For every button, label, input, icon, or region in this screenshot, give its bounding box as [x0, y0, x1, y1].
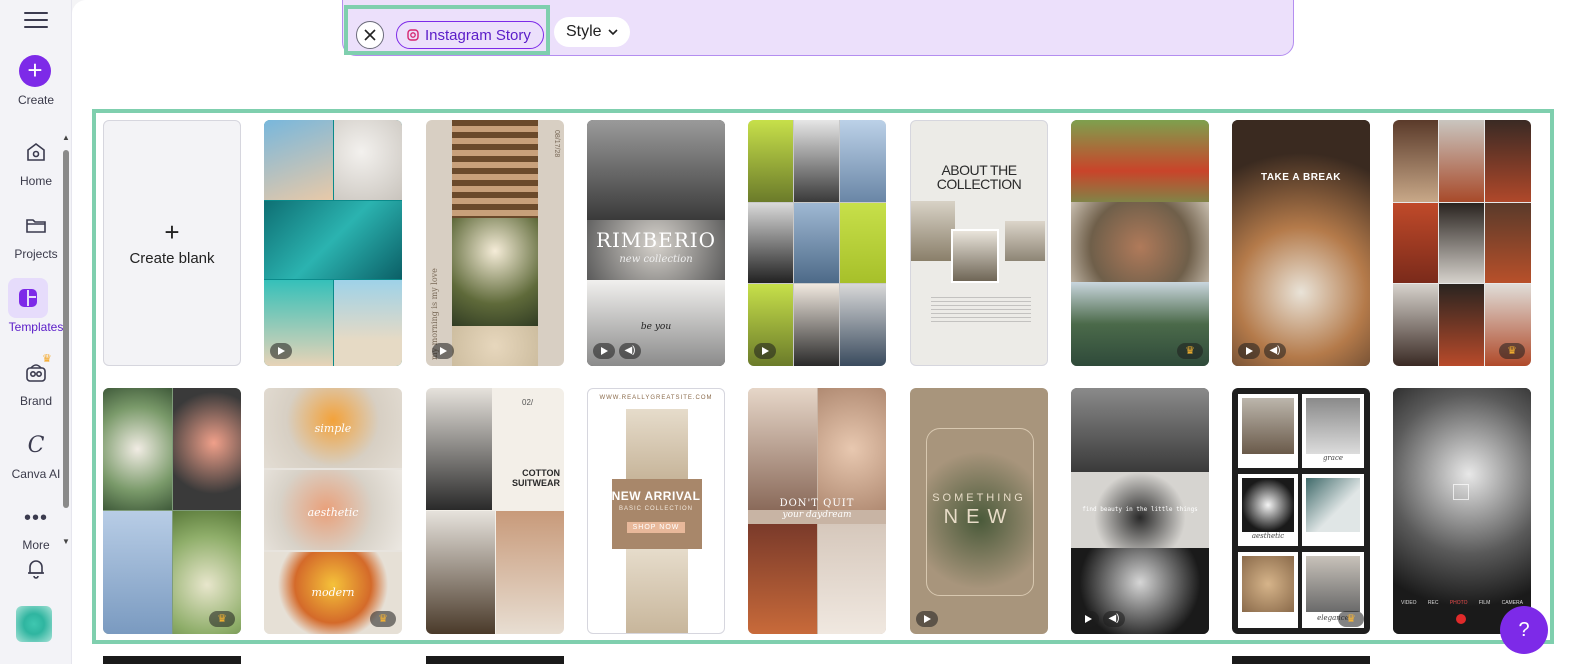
template-card[interactable]: ♛: [1393, 120, 1531, 366]
close-icon: [364, 29, 376, 41]
template-card-peek: [426, 656, 564, 664]
home-icon[interactable]: [16, 132, 56, 172]
card-url: WWW.REALLYGREATSITE.COM: [599, 395, 713, 401]
premium-crown-icon: ♛: [370, 611, 396, 627]
shop-now-button: SHOP NOW: [588, 516, 724, 534]
card-word: modern: [311, 586, 355, 599]
template-card[interactable]: grace aesthetic elegance ♛: [1232, 388, 1370, 634]
template-card[interactable]: RIMBERIO new collection be you ◀): [587, 120, 725, 366]
premium-crown-icon: ♛: [1499, 343, 1525, 359]
premium-crown-icon: ♛: [1177, 343, 1203, 359]
template-card[interactable]: DON'T QUIT your daydream: [748, 388, 886, 634]
notifications-bell-icon[interactable]: [24, 556, 48, 580]
main-content: Instagram Story Style + Create blank my …: [72, 0, 1582, 664]
template-card-peek: [103, 656, 241, 664]
card-caption: be you: [640, 322, 672, 332]
card-title: DON'T QUIT: [779, 498, 855, 509]
video-play-icon: [270, 343, 292, 359]
card-subtitle: NEW: [943, 506, 1015, 528]
template-card[interactable]: SOMETHING NEW: [910, 388, 1048, 634]
video-play-icon: [593, 343, 615, 359]
template-card[interactable]: TAKE A BREAK ◀): [1232, 120, 1370, 366]
template-card[interactable]: ♛: [103, 388, 241, 634]
style-dropdown-label: Style: [566, 23, 602, 40]
premium-crown-icon: ♛: [209, 611, 235, 627]
more-icon[interactable]: •••: [16, 498, 56, 538]
avatar[interactable]: [16, 606, 52, 642]
video-play-icon: [1238, 343, 1260, 359]
video-play-icon: [1077, 611, 1099, 627]
volume-icon: ◀): [619, 343, 641, 359]
camera-focus-icon: [1453, 484, 1469, 500]
create-blank-card[interactable]: + Create blank: [103, 120, 241, 366]
folder-icon[interactable]: [16, 205, 56, 245]
camera-mode-bar: VIDEO REC PHOTO FILM CAMERA: [1401, 600, 1523, 606]
card-word: grace: [1322, 454, 1344, 462]
template-card[interactable]: [264, 120, 402, 366]
card-title: SOMETHING: [932, 492, 1026, 504]
sidebar-scrollbar[interactable]: ▲ ▼: [62, 134, 70, 546]
card-word: simple: [314, 422, 352, 435]
video-play-icon: [432, 343, 454, 359]
video-play-icon: [916, 611, 938, 627]
template-card[interactable]: 02/ COTTON SUITWEAR: [426, 388, 564, 634]
card-title: COTTON SUITWEAR: [512, 468, 560, 488]
scroll-thumb[interactable]: [63, 150, 69, 508]
card-title: NEW ARRIVAL: [611, 489, 701, 503]
chevron-down-icon: [608, 29, 618, 36]
card-page-number: 02/: [522, 398, 534, 407]
menu-icon[interactable]: [24, 9, 48, 31]
create-blank-label: Create blank: [129, 249, 215, 267]
templates-icon[interactable]: [8, 278, 48, 318]
scroll-down-arrow[interactable]: ▼: [62, 538, 70, 546]
instagram-icon: [407, 29, 419, 41]
filter-chip-label: Instagram Story: [425, 26, 531, 44]
card-title: RIMBERIO: [595, 228, 717, 252]
record-icon: [1456, 614, 1466, 624]
clear-filter-button[interactable]: [356, 21, 384, 49]
card-title: ABOUT THE COLLECTION: [936, 162, 1022, 192]
sidebar: + Create Home Projects Templates ♛ Brand…: [0, 0, 72, 664]
premium-crown-icon: ♛: [1338, 611, 1364, 627]
crown-icon: ♛: [42, 353, 52, 365]
create-label: Create: [17, 93, 55, 107]
card-word: aesthetic: [1251, 532, 1285, 540]
card-title: find beauty in the little things: [1082, 506, 1198, 513]
volume-icon: ◀): [1264, 343, 1286, 359]
template-card[interactable]: VIDEO REC PHOTO FILM CAMERA: [1393, 388, 1531, 634]
template-card[interactable]: WWW.REALLYGREATSITE.COM NEW ARRIVAL BASI…: [587, 388, 725, 634]
card-subtitle: BASIC COLLECTION: [618, 506, 693, 512]
template-card[interactable]: simple aesthetic modern ♛: [264, 388, 402, 634]
plus-icon: +: [164, 216, 180, 247]
template-card[interactable]: ABOUT THE COLLECTION: [910, 120, 1048, 366]
template-card[interactable]: ♛: [1071, 120, 1209, 366]
video-play-icon: [754, 343, 776, 359]
template-card[interactable]: [748, 120, 886, 366]
card-date: 08/17/28: [553, 130, 560, 158]
template-card-peek: [1232, 656, 1370, 664]
template-card[interactable]: my morning is my love 08/17/28: [426, 120, 564, 366]
volume-icon: ◀): [1103, 611, 1125, 627]
create-button[interactable]: +: [19, 55, 51, 87]
card-subtitle: new collection: [619, 254, 693, 265]
canva-ai-icon[interactable]: C: [16, 425, 56, 465]
template-card[interactable]: find beauty in the little things ◀): [1071, 388, 1209, 634]
card-title: TAKE A BREAK: [1260, 172, 1342, 183]
card-vertical-text: my morning is my love: [430, 268, 439, 360]
filter-group: Instagram Story: [344, 5, 550, 55]
help-button[interactable]: ?: [1500, 606, 1548, 654]
scroll-up-arrow[interactable]: ▲: [62, 134, 70, 142]
card-word: aesthetic: [307, 506, 359, 519]
style-dropdown[interactable]: Style: [554, 17, 630, 47]
card-subtitle: your daydream: [782, 510, 852, 520]
filter-chip-instagram-story[interactable]: Instagram Story: [396, 21, 544, 49]
